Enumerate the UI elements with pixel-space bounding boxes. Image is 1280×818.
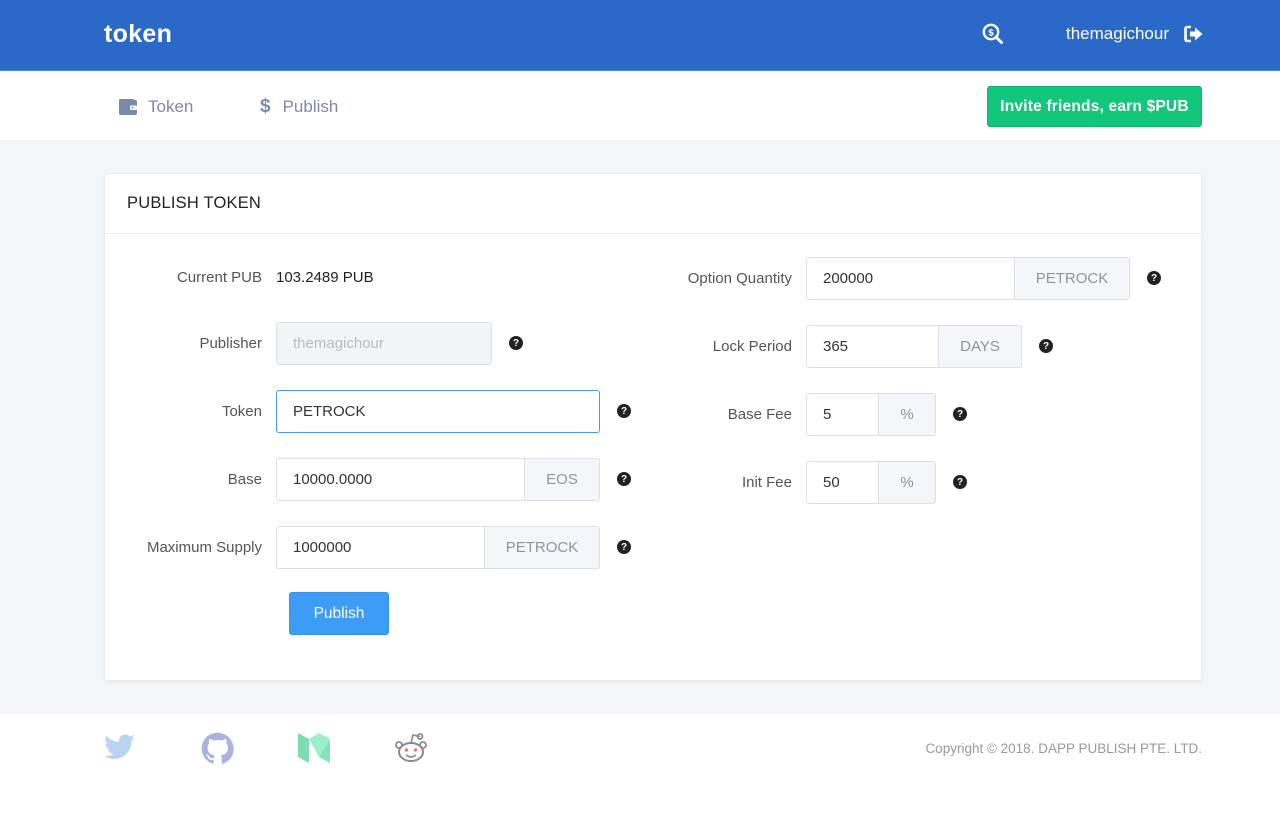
init-fee-value: 50 — [823, 473, 840, 491]
nav-tab-publish[interactable]: $ Publish — [260, 95, 338, 119]
base-unit: EOS — [524, 458, 599, 500]
top-bar: token $ themagichour — [0, 0, 1280, 71]
base-fee-help-icon[interactable]: ? — [953, 407, 967, 421]
init-fee-unit: % — [878, 461, 935, 503]
publish-token-card: PUBLISH TOKEN Current PUB 103.2489 PUB P… — [104, 173, 1202, 681]
max-supply-help-icon[interactable]: ? — [617, 540, 631, 554]
option-quantity-help-icon[interactable]: ? — [1147, 271, 1161, 285]
base-label: Base — [227, 470, 262, 488]
base-input[interactable]: 10000.0000 EOS — [276, 457, 600, 501]
option-quantity-row: Option Quantity 200000 PETROCK ? — [626, 256, 1161, 300]
token-input[interactable]: PETROCK — [276, 389, 600, 433]
nav-tab-publish-label: Publish — [282, 97, 339, 116]
publisher-row: Publisher themagichour ? — [126, 321, 523, 365]
base-fee-unit: % — [878, 393, 935, 435]
username-link[interactable]: themagichour — [1066, 24, 1169, 44]
init-fee-label: Init Fee — [741, 473, 792, 491]
publisher-input[interactable]: themagichour — [276, 321, 492, 365]
option-quantity-input[interactable]: 200000 PETROCK — [806, 256, 1130, 300]
svg-text:$: $ — [988, 28, 994, 38]
lock-period-label: Lock Period — [712, 337, 792, 355]
option-quantity-label: Option Quantity — [687, 269, 792, 287]
max-supply-label: Maximum Supply — [146, 538, 262, 556]
current-pub-row: Current PUB 103.2489 PUB — [126, 255, 374, 299]
sub-navigation: Token $ Publish Invite friends, earn $PU… — [0, 71, 1280, 140]
lock-period-help-icon[interactable]: ? — [1039, 339, 1053, 353]
token-label: Token — [221, 402, 262, 420]
publisher-placeholder: themagichour — [293, 334, 384, 352]
max-supply-value: 1000000 — [293, 538, 352, 556]
copyright-text: Copyright © 2018. DAPP PUBLISH PTE. LTD. — [925, 741, 1202, 756]
twitter-icon[interactable] — [102, 731, 136, 765]
base-value: 10000.0000 — [293, 470, 373, 488]
footer: Copyright © 2018. DAPP PUBLISH PTE. LTD. — [0, 714, 1280, 818]
base-fee-input[interactable]: 5 % — [806, 392, 936, 436]
max-supply-unit: PETROCK — [484, 526, 599, 568]
token-row: Token PETROCK ? — [126, 389, 631, 433]
option-quantity-unit: PETROCK — [1014, 257, 1129, 299]
init-fee-help-icon[interactable]: ? — [953, 475, 967, 489]
dollar-icon: $ — [260, 96, 271, 117]
nav-tab-token[interactable]: Token — [119, 95, 193, 119]
publisher-label: Publisher — [199, 334, 262, 352]
card-title: PUBLISH TOKEN — [105, 174, 1201, 234]
max-supply-input[interactable]: 1000000 PETROCK — [276, 525, 600, 569]
github-icon[interactable] — [200, 731, 234, 765]
base-fee-label: Base Fee — [727, 405, 792, 423]
base-fee-row: Base Fee 5 % ? — [626, 392, 967, 436]
init-fee-row: Init Fee 50 % ? — [626, 460, 967, 504]
max-supply-row: Maximum Supply 1000000 PETROCK ? — [126, 525, 631, 569]
lock-period-input[interactable]: 365 DAYS — [806, 324, 1022, 368]
medium-icon[interactable] — [297, 731, 331, 765]
publisher-help-icon[interactable]: ? — [509, 336, 523, 350]
reddit-icon[interactable] — [394, 731, 428, 765]
nav-tab-token-label: Token — [148, 97, 194, 116]
publish-button[interactable]: Publish — [289, 592, 389, 635]
lock-period-unit: DAYS — [938, 325, 1021, 367]
base-row: Base 10000.0000 EOS ? — [126, 457, 631, 501]
init-fee-input[interactable]: 50 % — [806, 460, 936, 504]
base-fee-value: 5 — [823, 405, 832, 423]
option-quantity-value: 200000 — [823, 269, 874, 287]
lock-period-row: Lock Period 365 DAYS ? — [626, 324, 1053, 368]
current-pub-value: 103.2489 PUB — [276, 268, 374, 286]
current-pub-label: Current PUB — [176, 268, 262, 286]
search-dollar-icon[interactable]: $ — [982, 23, 1004, 45]
invite-friends-button[interactable]: Invite friends, earn $PUB — [987, 86, 1202, 127]
wallet-icon — [119, 99, 137, 115]
sign-out-icon[interactable] — [1184, 25, 1204, 43]
main-content: PUBLISH TOKEN Current PUB 103.2489 PUB P… — [0, 140, 1280, 714]
token-value: PETROCK — [293, 402, 366, 420]
lock-period-value: 365 — [823, 337, 849, 355]
brand-logo[interactable]: token — [104, 20, 172, 49]
